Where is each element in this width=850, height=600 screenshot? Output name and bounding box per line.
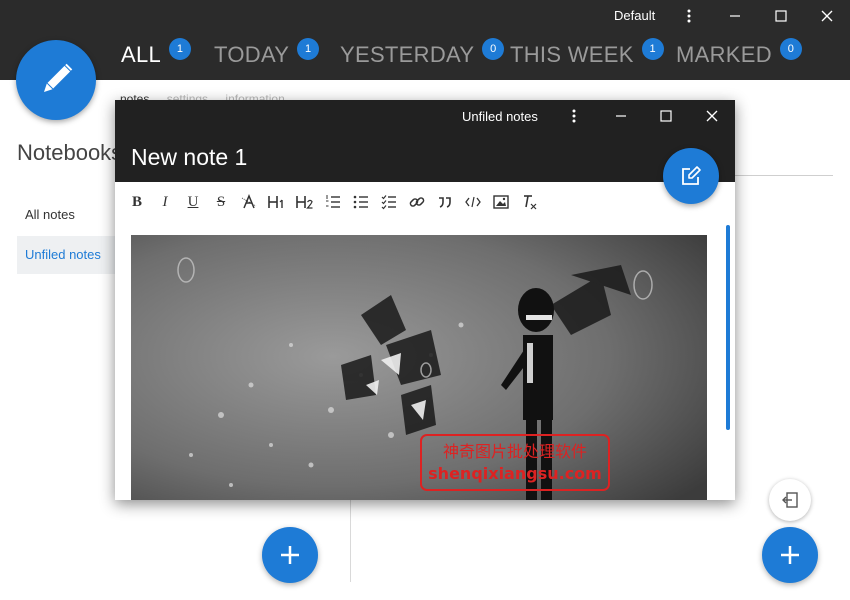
heading-2-icon: [296, 196, 313, 209]
bold-icon: B: [131, 193, 142, 210]
note-minimize-button[interactable]: [605, 100, 637, 132]
pencil-icon: [43, 63, 73, 93]
count-badge: 1: [641, 38, 664, 60]
count-badge: 1: [297, 38, 320, 60]
underline-button[interactable]: U: [179, 188, 207, 216]
edit-icon: [682, 166, 701, 185]
count-badge: 1: [169, 38, 192, 60]
tab-label: MARKED: [676, 42, 772, 67]
italic-button[interactable]: I: [151, 188, 179, 216]
close-icon: [821, 10, 833, 22]
bullet-list-icon: [353, 195, 368, 209]
heading-1-icon: [268, 196, 283, 208]
notebook-item-all-notes[interactable]: All notes: [17, 196, 117, 234]
add-notebook-button[interactable]: [262, 527, 318, 583]
note-header: Unfiled notes New note 1: [115, 100, 735, 182]
note-title[interactable]: New note 1: [131, 144, 247, 171]
tab-label: THIS WEEK: [510, 42, 634, 67]
plus-icon: [781, 546, 799, 564]
code-button[interactable]: [459, 188, 487, 216]
tab-label: TODAY: [214, 42, 290, 67]
note-menu-button[interactable]: [558, 100, 590, 132]
app-header: Default ALL 1 TODAY 1 YESTERDAY 0 THIS W…: [0, 0, 850, 80]
tab-this-week[interactable]: THIS WEEK 1: [510, 38, 664, 72]
notebook-item-unfiled-notes[interactable]: Unfiled notes: [17, 236, 117, 274]
close-button[interactable]: [810, 0, 844, 32]
tab-marked[interactable]: MARKED 0: [676, 38, 802, 72]
app-logo: [16, 40, 96, 120]
note-notebook-label[interactable]: Unfiled notes: [462, 109, 538, 124]
image-icon: [493, 195, 509, 209]
tab-today[interactable]: TODAY 1: [214, 38, 320, 72]
heading-2-button[interactable]: [291, 188, 319, 216]
note-close-button[interactable]: [696, 100, 728, 132]
highlight-icon: [241, 194, 257, 209]
watermark-url: shenqixiangsu.com: [428, 464, 602, 483]
minimize-button[interactable]: [718, 0, 752, 32]
column-divider: [350, 500, 351, 582]
underline-icon: U: [187, 193, 199, 210]
tab-label: ALL: [121, 42, 162, 67]
strikethrough-button[interactable]: S: [207, 188, 235, 216]
note-maximize-button[interactable]: [650, 100, 682, 132]
export-button[interactable]: [769, 479, 811, 521]
close-icon: [706, 110, 718, 122]
bold-button[interactable]: B: [123, 188, 151, 216]
export-icon: [782, 492, 798, 508]
minimize-icon: [616, 115, 626, 117]
checklist-icon: [381, 195, 396, 210]
tab-all[interactable]: ALL 1: [121, 38, 192, 72]
note-image: 神奇图片批处理软件 shenqixiangsu.com: [131, 235, 707, 500]
add-note-button[interactable]: [762, 527, 818, 583]
tab-yesterday[interactable]: YESTERDAY 0: [340, 38, 505, 72]
highlight-button[interactable]: [235, 188, 263, 216]
maximize-button[interactable]: [764, 0, 798, 32]
image-button[interactable]: [487, 188, 515, 216]
checklist-button[interactable]: [375, 188, 403, 216]
strikethrough-icon: S: [216, 193, 226, 210]
format-toolbar: B I U S: [123, 188, 543, 216]
plus-icon: [281, 546, 299, 564]
italic-icon: I: [162, 193, 168, 210]
divider: [735, 175, 833, 176]
more-vertical-icon: [687, 9, 691, 23]
count-badge: 0: [482, 38, 505, 60]
note-window: Unfiled notes New note 1 B I U S 神奇图片批处理…: [115, 100, 735, 500]
more-vertical-icon: [572, 109, 576, 123]
clear-format-icon: [524, 195, 537, 210]
scrollbar[interactable]: [726, 225, 730, 430]
ordered-list-icon: [326, 195, 340, 208]
ordered-list-button[interactable]: [319, 188, 347, 216]
bullet-list-button[interactable]: [347, 188, 375, 216]
watermark-text: 神奇图片批处理软件: [443, 442, 587, 461]
code-icon: [465, 196, 481, 208]
link-button[interactable]: [403, 188, 431, 216]
minimize-icon: [730, 15, 740, 17]
quote-icon: [439, 197, 451, 208]
quote-button[interactable]: [431, 188, 459, 216]
edit-note-button[interactable]: [663, 148, 719, 204]
clear-format-button[interactable]: [515, 188, 543, 216]
theme-label[interactable]: Default: [614, 8, 655, 23]
more-menu-button[interactable]: [672, 0, 706, 32]
maximize-icon: [775, 10, 787, 22]
heading-1-button[interactable]: [263, 188, 291, 216]
link-icon: [409, 197, 425, 207]
maximize-icon: [660, 110, 672, 122]
tab-label: YESTERDAY: [340, 42, 475, 67]
count-badge: 0: [779, 38, 802, 60]
notebooks-title: Notebooks: [17, 140, 123, 165]
